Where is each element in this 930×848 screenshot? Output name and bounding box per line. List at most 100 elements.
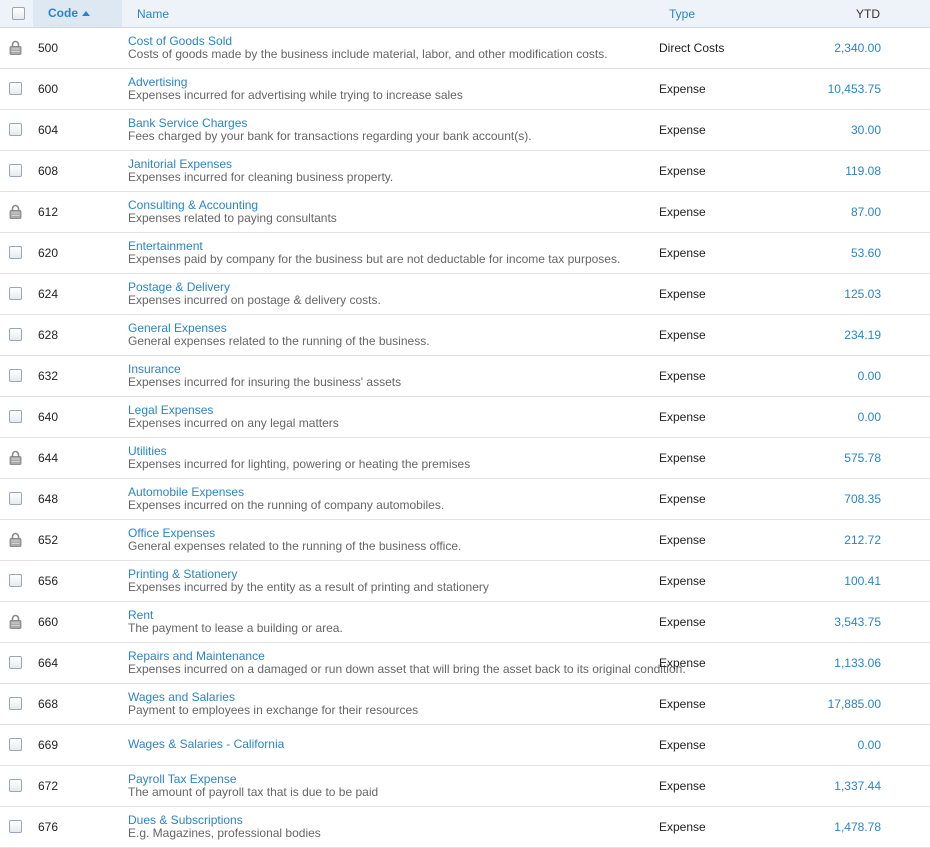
ytd-amount-link[interactable]: 1,478.78 bbox=[834, 820, 881, 834]
ytd-amount-link[interactable]: 17,885.00 bbox=[828, 697, 881, 711]
table-row[interactable]: 620 Entertainment Expenses paid by company… bbox=[0, 233, 930, 274]
account-type: Expense bbox=[659, 451, 706, 465]
ytd-amount-link[interactable]: 0.00 bbox=[858, 738, 881, 752]
ytd-amount-link[interactable]: 3,543.75 bbox=[834, 615, 881, 629]
account-code: 604 bbox=[38, 123, 59, 137]
account-type: Expense bbox=[659, 123, 706, 137]
ytd-amount-link[interactable]: 53.60 bbox=[851, 246, 881, 260]
table-row[interactable]: 652 Office Expenses General expenses relat… bbox=[0, 520, 930, 561]
account-code: 676 bbox=[38, 820, 59, 834]
account-type: Expense bbox=[659, 615, 706, 629]
table-row[interactable]: 604 Bank Service Charges Fees charged by y… bbox=[0, 110, 930, 151]
table-row[interactable]: 656 Printing & Stationery Expenses incurre… bbox=[0, 561, 930, 602]
account-name-cell: Postage & Delivery Expenses incurred on p… bbox=[128, 281, 653, 307]
table-row[interactable]: 628 General Expenses General expenses rela… bbox=[0, 315, 930, 356]
account-name-cell: Advertising Expenses incurred for adverti… bbox=[128, 76, 653, 102]
account-name-cell: Entertainment Expenses paid by company fo… bbox=[128, 240, 653, 266]
table-row[interactable]: 612 Consulting & Accounting Expenses relat… bbox=[0, 192, 930, 233]
type-column-header[interactable]: Type bbox=[669, 0, 695, 29]
account-code: 644 bbox=[38, 451, 59, 465]
account-type: Expense bbox=[659, 574, 706, 588]
account-name-cell: Utilities Expenses incurred for lighting,… bbox=[128, 445, 653, 471]
row-checkbox[interactable] bbox=[9, 656, 22, 669]
row-checkbox[interactable] bbox=[9, 574, 22, 587]
ytd-amount-link[interactable]: 234.19 bbox=[844, 328, 881, 342]
table-row[interactable]: 672 Payroll Tax Expense The amount of payr… bbox=[0, 766, 930, 807]
code-header-label: Code bbox=[48, 6, 78, 20]
account-code: 640 bbox=[38, 410, 59, 424]
table-row[interactable]: 640 Legal Expenses Expenses incurred on an… bbox=[0, 397, 930, 438]
table-row[interactable]: 669 Wages & Salaries - California Expense 0… bbox=[0, 725, 930, 766]
table-row[interactable]: 608 Janitorial Expenses Expenses incurred … bbox=[0, 151, 930, 192]
account-code: 656 bbox=[38, 574, 59, 588]
account-name-cell: Cost of Goods Sold Costs of goods made by… bbox=[128, 35, 653, 61]
ytd-amount-link[interactable]: 119.08 bbox=[845, 164, 881, 178]
ytd-amount-link[interactable]: 125.03 bbox=[844, 287, 881, 301]
ytd-amount-link[interactable]: 30.00 bbox=[851, 123, 881, 137]
row-checkbox[interactable] bbox=[9, 779, 22, 792]
account-type: Expense bbox=[659, 287, 706, 301]
ytd-amount-link[interactable]: 87.00 bbox=[851, 205, 881, 219]
account-type: Expense bbox=[659, 697, 706, 711]
account-name-link[interactable]: Wages & Salaries - California bbox=[128, 738, 653, 751]
ytd-amount-link[interactable]: 0.00 bbox=[858, 369, 881, 383]
ytd-amount-link[interactable]: 1,337.44 bbox=[834, 779, 881, 793]
account-code: 624 bbox=[38, 287, 59, 301]
table-row[interactable]: 624 Postage & Delivery Expenses incurred o… bbox=[0, 274, 930, 315]
ytd-amount-link[interactable]: 10,453.75 bbox=[828, 82, 881, 96]
account-type: Expense bbox=[659, 738, 706, 752]
row-checkbox[interactable] bbox=[9, 164, 22, 177]
account-description: Expenses incurred on a damaged or run do… bbox=[128, 662, 686, 676]
account-code: 668 bbox=[38, 697, 59, 711]
table-row[interactable]: 600 Advertising Expenses incurred for adve… bbox=[0, 69, 930, 110]
ytd-column-header: YTD bbox=[856, 7, 880, 21]
table-row[interactable]: 676 Dues & Subscriptions E.g. Magazines, p… bbox=[0, 807, 930, 848]
row-checkbox[interactable] bbox=[9, 328, 22, 341]
name-column-header[interactable]: Name bbox=[137, 0, 169, 29]
ytd-amount-link[interactable]: 100.41 bbox=[844, 574, 881, 588]
row-checkbox[interactable] bbox=[9, 820, 22, 833]
row-checkbox[interactable] bbox=[9, 410, 22, 423]
row-checkbox[interactable] bbox=[9, 82, 22, 95]
account-name-cell: Bank Service Charges Fees charged by your… bbox=[128, 117, 653, 143]
account-code: 628 bbox=[38, 328, 59, 342]
table-row[interactable]: 644 Utilities Expenses incurred for lighti… bbox=[0, 438, 930, 479]
table-row[interactable]: 664 Repairs and Maintenance Expenses incur… bbox=[0, 643, 930, 684]
account-description: Expenses incurred on postage & delivery … bbox=[128, 293, 381, 307]
table-row[interactable]: 648 Automobile Expenses Expenses incurred … bbox=[0, 479, 930, 520]
row-checkbox[interactable] bbox=[9, 738, 22, 751]
table-row[interactable]: 668 Wages and Salaries Payment to employee… bbox=[0, 684, 930, 725]
account-description: Payment to employees in exchange for the… bbox=[128, 703, 419, 717]
ytd-amount-link[interactable]: 0.00 bbox=[858, 410, 881, 424]
row-checkbox[interactable] bbox=[9, 246, 22, 259]
account-description: Expenses paid by company for the busines… bbox=[128, 252, 621, 266]
row-checkbox[interactable] bbox=[9, 697, 22, 710]
ytd-amount-link[interactable]: 708.35 bbox=[844, 492, 881, 506]
table-row[interactable]: 660 Rent The payment to lease a building o… bbox=[0, 602, 930, 643]
account-code: 648 bbox=[38, 492, 59, 506]
ytd-amount-link[interactable]: 1,133.06 bbox=[834, 656, 881, 670]
accounts-table: Code Name Type YTD 500 Cost of Goods Sold… bbox=[0, 0, 930, 848]
row-checkbox[interactable] bbox=[9, 287, 22, 300]
row-checkbox[interactable] bbox=[9, 369, 22, 382]
row-checkbox[interactable] bbox=[9, 123, 22, 136]
account-type: Expense bbox=[659, 246, 706, 260]
account-type: Expense bbox=[659, 656, 706, 670]
account-name-cell: Wages & Salaries - California bbox=[128, 738, 653, 751]
code-column-header[interactable]: Code bbox=[33, 0, 122, 27]
lock-icon bbox=[9, 532, 22, 547]
ytd-amount-link[interactable]: 212.72 bbox=[844, 533, 881, 547]
row-checkbox[interactable] bbox=[9, 492, 22, 505]
ytd-amount-link[interactable]: 575.78 bbox=[844, 451, 881, 465]
ytd-amount-link[interactable]: 2,340.00 bbox=[834, 41, 881, 55]
select-all-checkbox[interactable] bbox=[12, 7, 25, 20]
account-type: Expense bbox=[659, 164, 706, 178]
account-name-cell: Printing & Stationery Expenses incurred b… bbox=[128, 568, 653, 594]
account-name-cell: Office Expenses General expenses related … bbox=[128, 527, 653, 553]
account-name-cell: Consulting & Accounting Expenses related … bbox=[128, 199, 653, 225]
table-row[interactable]: 632 Insurance Expenses incurred for insuri… bbox=[0, 356, 930, 397]
account-code: 669 bbox=[38, 738, 59, 752]
account-type: Expense bbox=[659, 328, 706, 342]
account-code: 612 bbox=[38, 205, 59, 219]
table-row[interactable]: 500 Cost of Goods Sold Costs of goods made… bbox=[0, 28, 930, 69]
